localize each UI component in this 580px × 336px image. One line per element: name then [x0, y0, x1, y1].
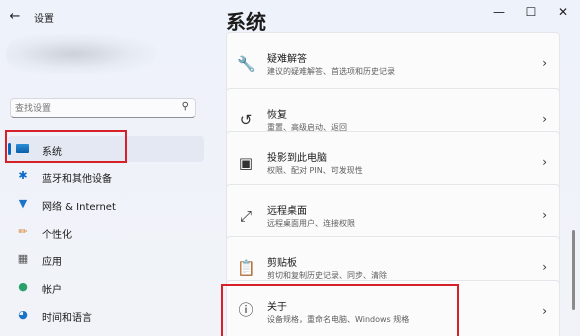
card-troubleshoot[interactable]: 🔧 疑难解答 建议的疑难解答、首选项和历史记录 › — [226, 32, 560, 94]
maximize-button[interactable]: ☐ — [520, 4, 542, 20]
wifi-icon: ▼ — [18, 197, 28, 210]
user-profile-blurred[interactable] — [6, 34, 156, 74]
back-button[interactable]: ← — [6, 8, 24, 26]
title-bar: ← 设置 — ☐ ✕ — [0, 0, 580, 32]
card-subtitle: 远程桌面用户、连接权限 — [267, 219, 355, 228]
card-subtitle: 权限、配对 PIN、可发现性 — [267, 166, 363, 175]
bluetooth-icon: ✱ — [18, 169, 28, 182]
sidebar-item-label: 个性化 — [42, 230, 72, 241]
chevron-right-icon: › — [542, 112, 547, 126]
sidebar-item-time-language[interactable]: ◕ 时间和语言 — [8, 302, 204, 328]
sidebar-item-label: 帐户 — [42, 285, 62, 296]
maximize-icon: ☐ — [525, 5, 537, 19]
sidebar-item-bluetooth[interactable]: ✱ 蓝牙和其他设备 — [8, 163, 204, 189]
close-icon: ✕ — [557, 5, 569, 19]
search-icon[interactable]: ⚲ — [182, 101, 189, 112]
clipboard-icon: 📋 — [237, 259, 256, 277]
sidebar-item-label: 网络 & Internet — [42, 202, 116, 213]
card-title: 剪贴板 — [267, 258, 297, 269]
minimize-icon: — — [493, 5, 505, 19]
scrollbar[interactable] — [572, 230, 575, 310]
person-icon: ● — [18, 280, 28, 293]
sidebar-item-accounts[interactable]: ● 帐户 — [8, 274, 204, 300]
sidebar-item-label: 蓝牙和其他设备 — [42, 174, 112, 185]
highlight-box-system — [5, 130, 127, 163]
search-input[interactable] — [15, 101, 175, 116]
globe-clock-icon: ◕ — [18, 308, 28, 321]
apps-icon: ▦ — [17, 252, 29, 265]
card-subtitle: 建议的疑难解答、首选项和历史记录 — [267, 67, 395, 76]
sidebar-item-label: 应用 — [42, 257, 62, 268]
card-title: 恢复 — [267, 110, 287, 121]
highlight-box-about — [221, 284, 459, 336]
brush-icon: ✏ — [18, 225, 28, 238]
recovery-icon: ↺ — [239, 111, 253, 129]
wrench-icon: 🔧 — [237, 55, 256, 73]
sidebar-item-network[interactable]: ▼ 网络 & Internet — [8, 191, 204, 217]
sidebar-item-label: 时间和语言 — [42, 313, 92, 324]
search-box[interactable]: ⚲ — [10, 98, 196, 118]
project-icon: ▣ — [238, 154, 254, 172]
close-button[interactable]: ✕ — [552, 4, 574, 20]
remote-desktop-icon: ⤢ — [239, 207, 252, 225]
chevron-right-icon: › — [542, 56, 547, 70]
minimize-button[interactable]: — — [488, 4, 510, 20]
chevron-right-icon: › — [542, 155, 547, 169]
chevron-right-icon: › — [542, 260, 547, 274]
card-title: 远程桌面 — [267, 206, 307, 217]
app-title: 设置 — [34, 14, 54, 25]
sidebar-item-personalization[interactable]: ✏ 个性化 — [8, 219, 204, 245]
back-arrow-icon: ← — [9, 9, 21, 24]
card-title: 疑难解答 — [267, 54, 307, 65]
card-title: 投影到此电脑 — [267, 153, 327, 164]
page-title: 系统 — [226, 10, 266, 34]
chevron-right-icon: › — [542, 208, 547, 222]
sidebar-item-apps[interactable]: ▦ 应用 — [8, 246, 204, 272]
chevron-right-icon: › — [542, 304, 547, 318]
